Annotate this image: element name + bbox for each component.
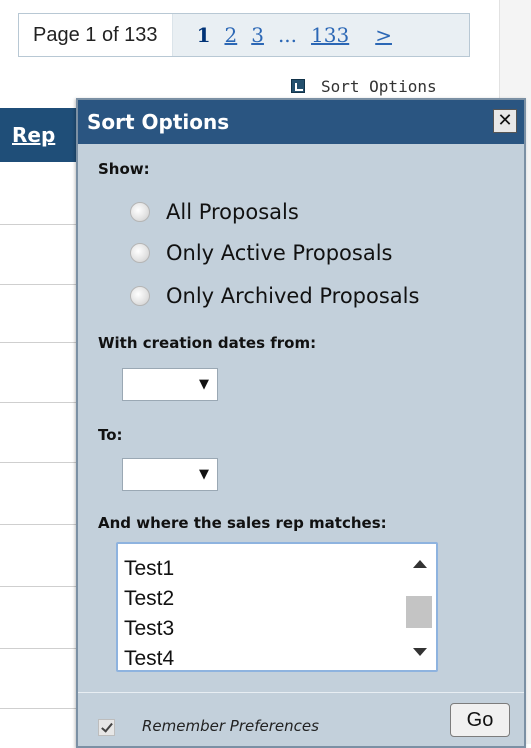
table-row-divider <box>0 586 78 587</box>
column-header-rep[interactable]: Rep <box>0 108 78 162</box>
dialog-footer: Remember Preferences Go <box>78 692 524 748</box>
sort-options-dialog: Sort Options ✕ Show: All Proposals Only … <box>76 98 526 748</box>
radio-label: All Proposals <box>166 200 299 224</box>
page-link-2[interactable]: 2 <box>224 23 237 47</box>
dialog-title-bar[interactable]: Sort Options ✕ <box>78 100 524 144</box>
sort-options-link-label: Sort Options <box>321 76 437 96</box>
page-next-link[interactable]: > <box>375 23 392 47</box>
from-date-select[interactable]: ▼ <box>122 368 218 401</box>
chevron-down-icon: ▼ <box>199 467 209 482</box>
table-row-divider <box>0 708 78 709</box>
show-label: Show: <box>98 160 150 178</box>
radio-all-proposals[interactable]: All Proposals <box>130 200 299 224</box>
list-item[interactable]: Test2 <box>124 584 174 614</box>
close-icon: ✕ <box>497 110 513 131</box>
table-row-divider <box>0 284 78 285</box>
radio-archived-proposals[interactable]: Only Archived Proposals <box>130 284 419 308</box>
listbox-scrollbar[interactable] <box>404 544 436 670</box>
scroll-down-icon[interactable] <box>413 648 427 656</box>
page-link-current: 1 <box>196 23 211 47</box>
table-row-divider <box>0 224 78 225</box>
to-date-label: To: <box>98 426 123 444</box>
scroll-up-icon[interactable] <box>413 560 427 568</box>
radio-active-proposals[interactable]: Only Active Proposals <box>130 241 393 265</box>
list-item[interactable]: Test3 <box>124 614 174 644</box>
page-link-last[interactable]: 133 <box>311 23 349 47</box>
list-item[interactable]: Test4 <box>124 644 174 670</box>
table-row-divider <box>0 524 78 525</box>
page-links: 1 2 3 ... 133 > <box>172 14 469 56</box>
page-ellipsis: ... <box>277 23 298 47</box>
close-button[interactable]: ✕ <box>493 109 517 133</box>
radio-label: Only Active Proposals <box>166 241 393 265</box>
radio-button[interactable] <box>130 286 150 306</box>
sales-rep-label: And where the sales rep matches: <box>98 514 387 532</box>
go-button[interactable]: Go <box>450 703 510 737</box>
scroll-thumb[interactable] <box>406 596 432 628</box>
column-header-rep-label: Rep <box>12 123 56 147</box>
list-item[interactable]: Test1 <box>124 554 174 584</box>
radio-button[interactable] <box>130 243 150 263</box>
sort-options-link[interactable]: Sort Options <box>291 75 437 97</box>
expand-icon <box>291 79 305 93</box>
remember-preferences-checkbox[interactable] <box>98 719 115 736</box>
dialog-title: Sort Options <box>87 110 230 134</box>
table-row-divider <box>0 648 78 649</box>
to-date-select[interactable]: ▼ <box>122 458 218 491</box>
page-count-text: Page 1 of 133 <box>19 14 173 56</box>
radio-label: Only Archived Proposals <box>166 284 420 308</box>
from-date-label: With creation dates from: <box>98 334 317 352</box>
sales-rep-listbox[interactable]: Test1 Test2 Test3 Test4 <box>116 542 438 672</box>
remember-preferences-label: Remember Preferences <box>142 717 319 735</box>
page-link-3[interactable]: 3 <box>251 23 264 47</box>
table-row-divider <box>0 402 78 403</box>
radio-button[interactable] <box>130 202 150 222</box>
table-row-divider <box>0 462 78 463</box>
sales-rep-items: Test1 Test2 Test3 Test4 <box>124 554 174 670</box>
table-row-divider <box>0 342 78 343</box>
chevron-down-icon: ▼ <box>199 377 209 392</box>
pagination: Page 1 of 133 1 2 3 ... 133 > <box>18 13 470 57</box>
